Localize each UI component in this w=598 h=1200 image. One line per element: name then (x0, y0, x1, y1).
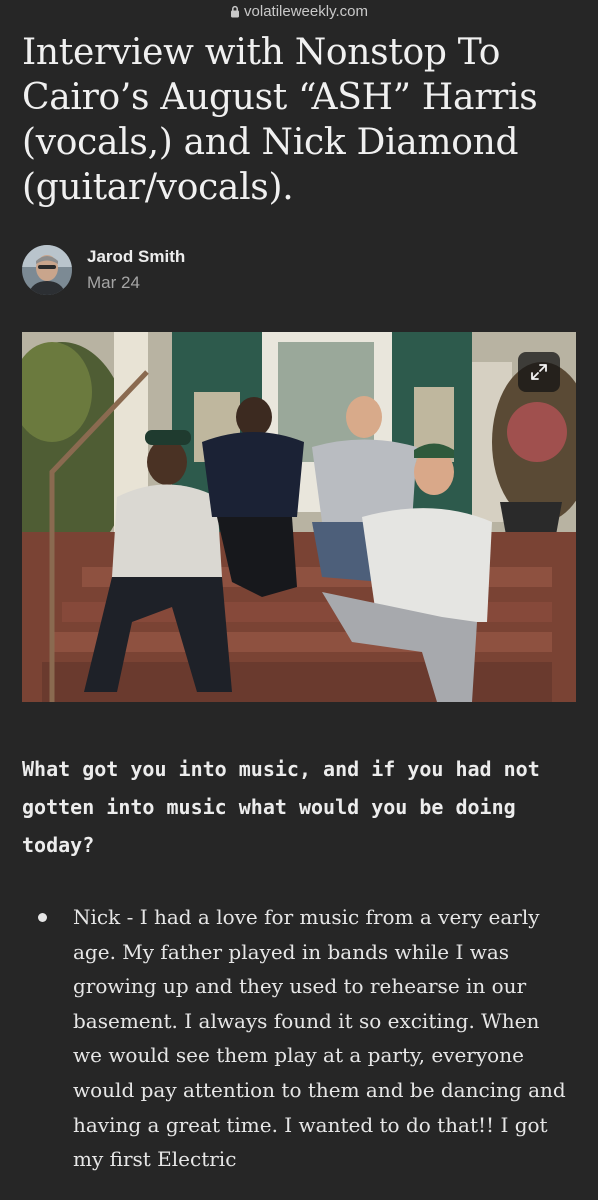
hero-photo[interactable] (22, 332, 576, 702)
answer-text: Nick - I had a love for music from a ver… (73, 905, 566, 1172)
bullet-icon (38, 913, 47, 922)
band-photo (22, 332, 576, 702)
publish-date: Mar 24 (87, 272, 140, 292)
author-byline[interactable]: Jarod Smith Mar 24 (22, 244, 598, 296)
expand-button[interactable] (518, 352, 560, 392)
author-avatar[interactable] (22, 245, 72, 295)
lock-icon (231, 5, 240, 17)
expand-icon (531, 364, 547, 380)
article-title: Interview with Nonstop To Cairo’s August… (22, 32, 538, 208)
url-text: volatileweekly.com (244, 2, 368, 20)
list-item: Nick - I had a love for music from a ver… (0, 900, 574, 1177)
answer-list: Nick - I had a love for music from a ver… (0, 900, 574, 1177)
address-bar[interactable]: volatileweekly.com (0, 0, 598, 22)
author-name[interactable]: Jarod Smith (87, 246, 185, 268)
interview-question: What got you into music, and if you had … (22, 757, 540, 857)
